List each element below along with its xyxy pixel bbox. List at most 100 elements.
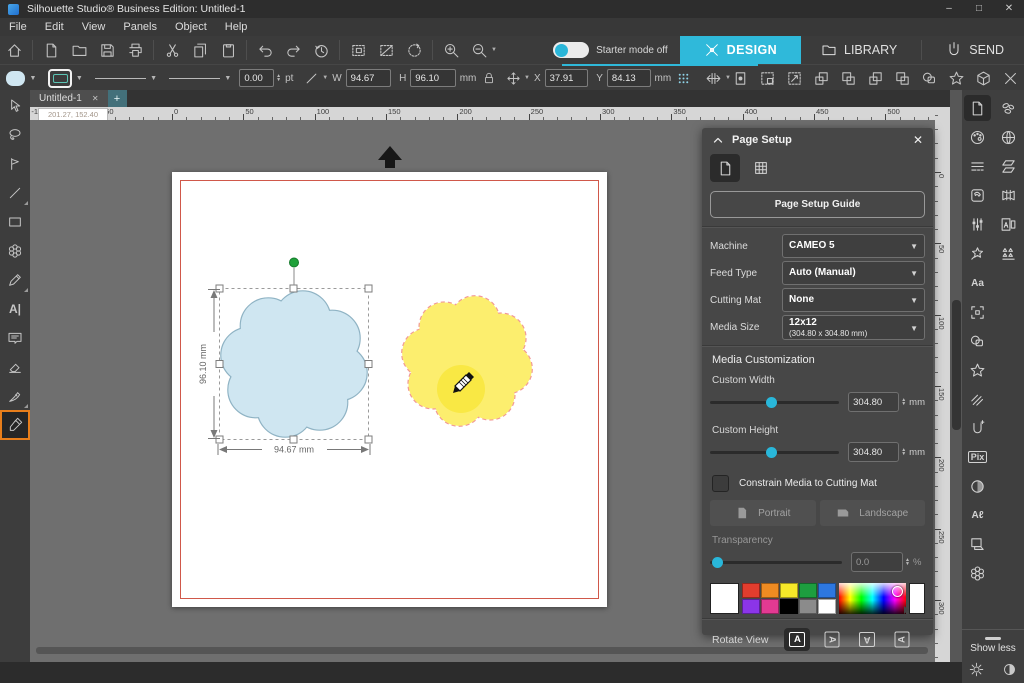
text-tool[interactable]: A| — [2, 296, 28, 322]
line-tool-icon[interactable] — [2, 180, 28, 206]
panel-strip-resize-handle[interactable] — [985, 637, 1001, 640]
minimize-button[interactable]: – — [934, 0, 964, 18]
rotate-180-button[interactable]: A — [854, 628, 880, 651]
select-all-icon[interactable] — [344, 37, 372, 63]
tab-send[interactable]: SEND — [926, 36, 1024, 64]
rotation-handle[interactable] — [289, 257, 299, 268]
panel-scroll-thumb[interactable] — [951, 300, 961, 430]
redo-icon[interactable] — [279, 37, 307, 63]
menu-help[interactable]: Help — [216, 18, 257, 36]
lasso-tool-icon[interactable] — [2, 122, 28, 148]
maximize-button[interactable]: □ — [964, 0, 994, 18]
line-color-swatch[interactable] — [48, 68, 72, 88]
open-icon[interactable] — [65, 37, 93, 63]
weld-icon[interactable] — [916, 65, 943, 91]
offset-panel-icon[interactable] — [964, 357, 991, 383]
color-swatch[interactable] — [780, 583, 799, 598]
custom-width-stepper[interactable]: ▲ ▼ — [901, 397, 906, 407]
page-setup-panel-icon[interactable] — [964, 95, 991, 121]
custom-height-stepper[interactable]: ▲ ▼ — [901, 447, 906, 457]
height-input[interactable]: 96.10 — [410, 69, 456, 87]
transparency-slider[interactable] — [710, 556, 842, 568]
color-swatch[interactable] — [761, 599, 780, 614]
landscape-button[interactable]: Landscape — [819, 500, 925, 526]
trace-panel-icon[interactable] — [964, 182, 991, 208]
print-icon[interactable] — [121, 37, 149, 63]
web-panel-icon[interactable] — [995, 124, 1022, 150]
stroke-width-input[interactable]: 0.00 — [239, 69, 275, 87]
modify-3d-icon[interactable] — [970, 65, 997, 91]
freehand-tool-icon[interactable] — [2, 267, 28, 293]
custom-height-slider[interactable] — [710, 446, 840, 458]
color-swatch[interactable] — [818, 599, 837, 614]
save-icon[interactable] — [93, 37, 121, 63]
bring-to-front-icon[interactable] — [808, 65, 835, 91]
pixscan-panel[interactable]: Pix — [964, 444, 991, 470]
menu-panels[interactable]: Panels — [114, 18, 166, 36]
feed-type-select[interactable]: Auto (Manual) ▼ — [782, 261, 925, 285]
new-tab-button[interactable]: + — [107, 90, 127, 107]
convert-to-path-icon[interactable] — [400, 37, 428, 63]
offset-icon[interactable] — [943, 65, 970, 91]
custom-width-slider-thumb[interactable] — [766, 396, 778, 408]
cut-icon[interactable] — [158, 37, 186, 63]
glyph-panel[interactable]: Aℓ — [964, 502, 991, 528]
color-swatch[interactable] — [742, 583, 761, 598]
color-swatch[interactable] — [761, 583, 780, 598]
color-gradient-picker[interactable] — [839, 583, 906, 614]
menu-object[interactable]: Object — [166, 18, 216, 36]
color-swatch[interactable] — [818, 583, 837, 598]
panel-close-icon[interactable]: ✕ — [913, 133, 923, 147]
clear-transform-icon[interactable] — [997, 65, 1024, 91]
deselect-all-icon[interactable] — [372, 37, 400, 63]
color-swatch[interactable] — [799, 583, 818, 598]
rectangle-tool-icon[interactable] — [2, 209, 28, 235]
rotate-0-button[interactable]: A — [784, 628, 811, 651]
color-swatch[interactable] — [780, 599, 799, 614]
edit-points-tool-icon[interactable] — [2, 151, 28, 177]
machine-select[interactable]: CAMEO 5 ▼ — [782, 234, 925, 258]
menu-file[interactable]: File — [0, 18, 36, 36]
rotate-270-button[interactable]: A — [889, 628, 915, 651]
media-size-select[interactable]: 12x12 (304.80 x 304.80 mm) ▼ — [782, 315, 925, 340]
color-swatch[interactable] — [799, 599, 818, 614]
layers-panel-icon[interactable] — [995, 153, 1022, 179]
new-document-icon[interactable] — [37, 37, 65, 63]
zoom-out-icon[interactable]: ▼ — [465, 37, 497, 63]
collapse-chevron-icon[interactable] — [712, 134, 724, 146]
select-tool-icon[interactable] — [2, 93, 28, 119]
modify-panel-icon[interactable] — [964, 328, 991, 354]
send-backward-icon[interactable] — [889, 65, 916, 91]
current-color-swatch[interactable] — [710, 583, 740, 614]
sketch-fill-panel-icon[interactable] — [964, 386, 991, 412]
warp-panel-icon[interactable] — [995, 182, 1022, 208]
custom-height-input[interactable]: 304.80 — [848, 442, 900, 462]
color-picker-ring[interactable] — [891, 586, 903, 597]
color-value-column[interactable] — [903, 583, 925, 614]
y-input[interactable]: 84.13 — [606, 69, 651, 87]
transform-panel-icon[interactable] — [964, 211, 991, 237]
panel-tab-page[interactable] — [710, 154, 740, 182]
center-to-page-icon[interactable] — [727, 65, 754, 91]
replicate-panel-icon[interactable] — [995, 240, 1022, 266]
puzzle-panel-icon[interactable] — [964, 560, 991, 586]
page-setup-guide-button[interactable]: Page Setup Guide — [710, 191, 925, 218]
send-to-back-icon[interactable] — [835, 65, 862, 91]
line-segment-icon[interactable]: ▼ — [299, 65, 328, 91]
cutting-mat-select[interactable]: None ▼ — [782, 288, 925, 312]
fill-color-swatch[interactable] — [6, 70, 26, 86]
character-panel-icon[interactable] — [995, 211, 1022, 237]
grid-dots-icon[interactable] — [671, 65, 696, 91]
preview-panel-icon[interactable] — [964, 531, 991, 557]
align-icon[interactable]: ▼ — [700, 65, 731, 91]
home-icon[interactable] — [0, 37, 28, 63]
shape-tool-icon[interactable] — [2, 238, 28, 264]
sketch-panel-icon[interactable] — [964, 240, 991, 266]
tab-close-icon[interactable]: ✕ — [92, 94, 99, 103]
line-style-panel-icon[interactable] — [964, 153, 991, 179]
lock-aspect-icon[interactable] — [476, 65, 501, 91]
bring-forward-icon[interactable] — [862, 65, 889, 91]
panel-tab-grid[interactable] — [746, 154, 776, 182]
revert-icon[interactable] — [307, 37, 335, 63]
theme-contrast-icon[interactable] — [1002, 662, 1017, 677]
